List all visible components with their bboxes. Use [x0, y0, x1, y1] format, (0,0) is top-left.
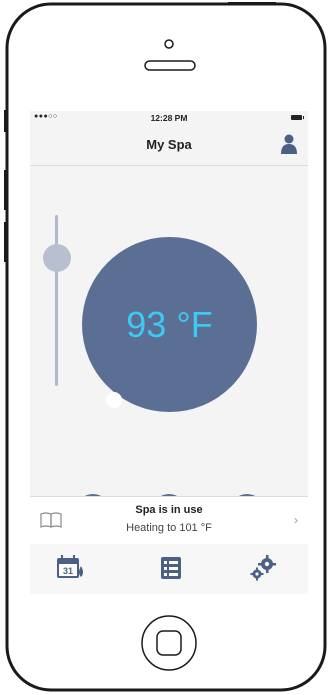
status-bar: ●●●○○ 12:28 PM	[30, 111, 308, 125]
battery-icon	[291, 115, 304, 120]
calendar-drop-icon[interactable]: 31	[56, 554, 86, 582]
spa-control-area: 93 °F	[30, 166, 308, 530]
chevron-right-icon: ›	[294, 513, 298, 527]
spa-status-row[interactable]: Spa is in use Heating to 101 °F ›	[30, 496, 308, 545]
temperature-slider-knob[interactable]	[43, 244, 71, 272]
temperature-value: 93 °F	[126, 304, 213, 345]
temperature-slider-track[interactable]	[55, 215, 58, 386]
status-time: 12:28 PM	[150, 113, 188, 123]
spa-status-title: Spa is in use	[135, 504, 203, 516]
calendar-day-label: 31	[63, 566, 73, 576]
person-icon[interactable]	[280, 134, 298, 154]
spa-status-subtitle: Heating to 101 °F	[126, 522, 212, 534]
nav-bar: My Spa	[30, 125, 308, 166]
temperature-dial[interactable]: 93 °F	[82, 237, 257, 412]
dial-handle[interactable]	[106, 392, 122, 408]
gears-icon[interactable]	[248, 554, 278, 582]
tab-bar: 31	[30, 544, 308, 594]
list-icon[interactable]	[156, 554, 186, 582]
app-screen: ●●●○○ 12:28 PM My Spa 93 °F Spa is in us…	[30, 111, 308, 594]
page-title: My Spa	[146, 137, 192, 152]
